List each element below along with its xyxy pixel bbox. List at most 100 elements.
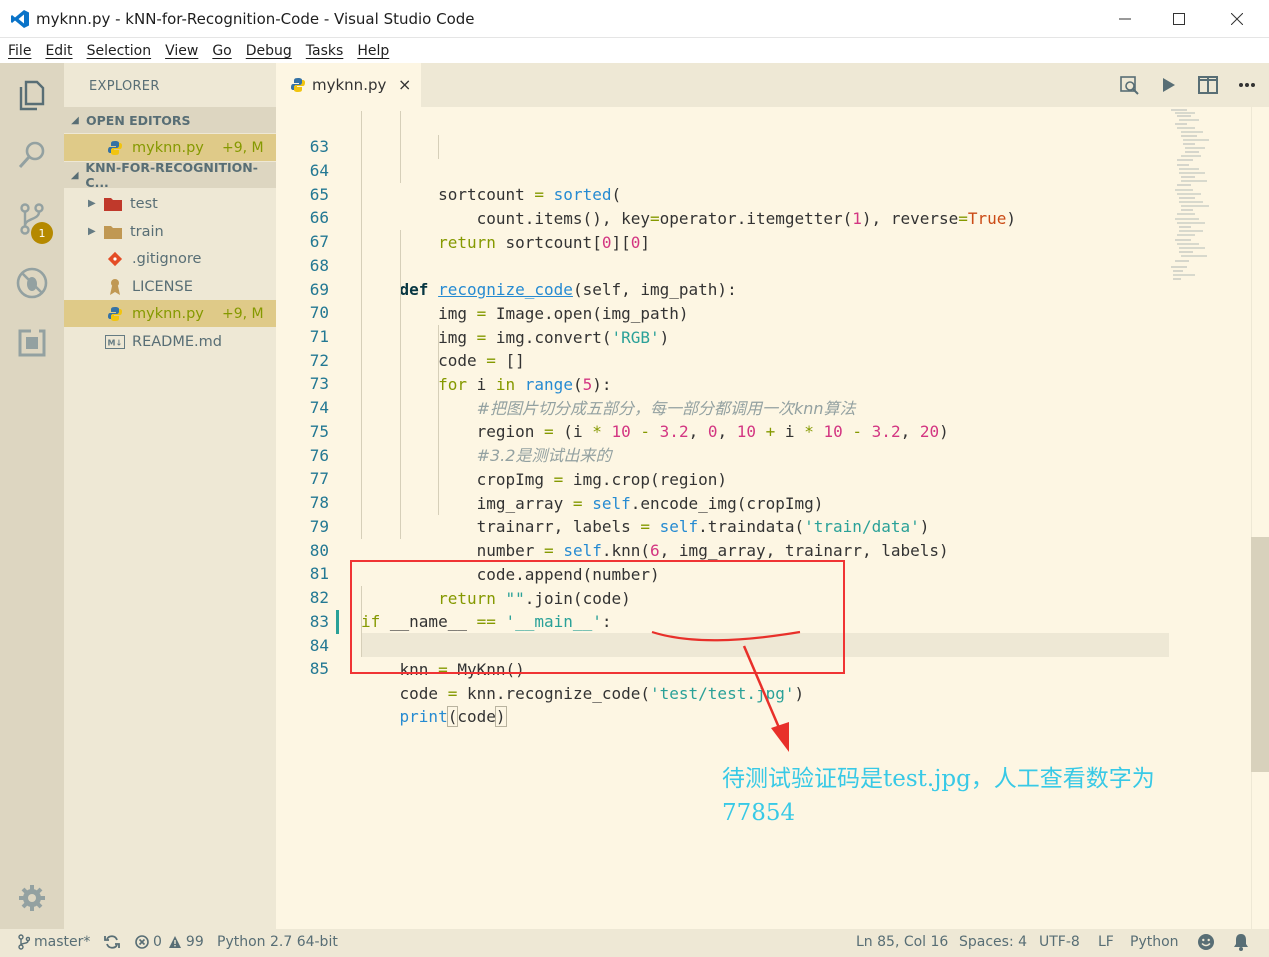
indentation-status[interactable]: Spaces: 4 xyxy=(959,934,1027,950)
ellipsis-icon xyxy=(1239,83,1255,87)
tree-item-test[interactable]: ▶ test xyxy=(64,190,276,217)
tab-myknn[interactable]: myknn.py × xyxy=(276,63,421,107)
files-icon xyxy=(19,80,45,111)
code-text: code = knn.recognize_code('test/test.jpg… xyxy=(361,684,805,703)
extensions-icon xyxy=(18,328,46,357)
annotation-note: 待测试验证码是test.jpg，人工查看数字为 77854 xyxy=(722,762,1252,830)
explorer-activity-button[interactable] xyxy=(0,67,64,123)
tree-item-myknn[interactable]: myknn.py +9, M xyxy=(64,300,276,327)
branch-name: master* xyxy=(34,934,91,950)
maximize-button[interactable] xyxy=(1156,4,1202,34)
license-file-icon xyxy=(104,278,126,296)
menu-bar: File Edit Selection View Go Debug Tasks … xyxy=(0,38,1269,63)
notifications-button[interactable] xyxy=(1233,933,1249,951)
open-editor-status: +9, M xyxy=(222,139,264,156)
cursor-position-status[interactable]: Ln 85, Col 16 xyxy=(856,934,948,950)
open-editors-header[interactable]: ◢ OPEN EDITORS xyxy=(64,107,276,133)
menu-debug[interactable]: Debug xyxy=(240,43,298,59)
python-interpreter-status[interactable]: Python 2.7 64-bit xyxy=(217,934,338,950)
open-changes-button[interactable] xyxy=(1117,73,1141,97)
code-line-81: 81 xyxy=(276,538,1251,583)
open-changes-icon xyxy=(1120,76,1139,95)
code-line-74: 74 #3.2是测试出来的 xyxy=(276,372,1251,465)
vertical-scrollbar[interactable] xyxy=(1251,107,1269,929)
gear-icon xyxy=(19,885,45,911)
highlight-box xyxy=(350,560,845,674)
tree-item-label: train xyxy=(130,223,164,240)
minimize-button[interactable] xyxy=(1102,4,1148,34)
python-file-icon xyxy=(104,305,126,323)
code-line-78: 78 number = self.knn(6, img_array, train… xyxy=(276,467,1251,560)
eol-status[interactable]: LF xyxy=(1098,934,1114,950)
code-line-80: 80 return "".join(code) xyxy=(276,515,1251,608)
sync-button[interactable] xyxy=(104,934,120,950)
tree-item-train[interactable]: ▶ train xyxy=(64,218,276,245)
search-activity-button[interactable] xyxy=(0,127,64,183)
menu-selection[interactable]: Selection xyxy=(81,43,158,59)
svg-text:M↓: M↓ xyxy=(108,338,123,347)
open-editor-name: myknn.py xyxy=(132,139,204,156)
editor-tab-bar: myknn.py × xyxy=(276,63,1269,107)
close-window-button[interactable] xyxy=(1214,4,1260,34)
markdown-file-icon: M↓ xyxy=(104,333,126,351)
debug-icon xyxy=(16,267,48,299)
git-file-icon xyxy=(104,250,126,268)
error-count: 0 xyxy=(153,934,162,950)
git-branch-status[interactable]: master* xyxy=(18,934,90,950)
folder-icon xyxy=(102,223,124,241)
debug-activity-button[interactable] xyxy=(0,255,64,311)
code-line-64: 64 count.items(), key=operator.itemgette… xyxy=(276,135,1251,228)
scrollbar-thumb[interactable] xyxy=(1251,537,1269,772)
tree-item-label: README.md xyxy=(132,333,222,350)
language-mode-status[interactable]: Python xyxy=(1130,934,1179,950)
code-line-76: 76 img_array = self.encode_img(cropImg) xyxy=(276,420,1251,513)
code-line-72: 72 #把图片切分成五部分，每一部分都调用一次knn算法 xyxy=(276,325,1251,418)
collapsed-caret-icon: ▶ xyxy=(88,198,96,209)
settings-button[interactable] xyxy=(0,870,64,926)
activity-bar: 1 xyxy=(0,63,64,929)
tree-item-gitignore[interactable]: .gitignore xyxy=(64,245,276,272)
tree-item-label: .gitignore xyxy=(132,250,202,267)
encoding-status[interactable]: UTF-8 xyxy=(1039,934,1080,950)
minimap[interactable] xyxy=(1165,107,1215,282)
project-folder-header[interactable]: ◢ KNN-FOR-RECOGNITION-C... xyxy=(64,160,276,190)
tree-item-readme[interactable]: M↓ README.md xyxy=(64,328,276,355)
menu-go[interactable]: Go xyxy=(206,43,237,59)
tree-item-label: test xyxy=(130,195,158,212)
warning-icon xyxy=(168,936,181,948)
extensions-activity-button[interactable] xyxy=(0,315,64,371)
code-line-73: 73 region = (i * 10 - 3.2, 0, 10 + i * 1… xyxy=(276,348,1251,441)
close-tab-icon[interactable]: × xyxy=(398,75,411,94)
more-actions-button[interactable] xyxy=(1235,73,1259,97)
warning-count: 99 xyxy=(185,934,204,950)
code-line-71: 71 for i in range(5): xyxy=(276,301,1251,394)
feedback-button[interactable] xyxy=(1197,933,1215,951)
menu-file[interactable]: File xyxy=(2,43,37,59)
window-title: myknn.py - kNN-for-Recognition-Code - Vi… xyxy=(36,10,475,28)
split-editor-button[interactable] xyxy=(1196,73,1220,97)
line-number: 85 xyxy=(309,659,329,678)
code-line-77: 77 trainarr, labels = self.traindata('tr… xyxy=(276,443,1251,536)
problems-status[interactable]: 0 99 xyxy=(135,934,204,950)
code-line-70: 70 code = [] xyxy=(276,277,1251,370)
tree-item-license[interactable]: LICENSE xyxy=(64,273,276,300)
menu-tasks[interactable]: Tasks xyxy=(300,43,350,59)
title-bar: myknn.py - kNN-for-Recognition-Code - Vi… xyxy=(0,0,1269,38)
menu-edit[interactable]: Edit xyxy=(39,43,78,59)
split-editor-icon xyxy=(1198,76,1218,94)
open-editor-item[interactable]: myknn.py +9, M xyxy=(64,134,276,161)
annotation-line-2: 77854 xyxy=(722,800,796,826)
run-button[interactable] xyxy=(1156,73,1180,97)
menu-help[interactable]: Help xyxy=(351,43,395,59)
code-line-67: 67 def recognize_code(self, img_path): xyxy=(276,206,1251,299)
annotation-line-1: 待测试验证码是test.jpg，人工查看数字为 xyxy=(722,766,1155,792)
code-line-66: 66 xyxy=(276,182,1251,227)
vscode-logo-icon xyxy=(11,10,29,28)
tree-item-label: LICENSE xyxy=(132,278,193,295)
search-icon xyxy=(18,141,45,169)
collapsed-caret-icon: ▶ xyxy=(88,226,96,237)
menu-view[interactable]: View xyxy=(159,43,204,59)
open-editors-label: OPEN EDITORS xyxy=(86,112,191,128)
code-line-65: 65 return sortcount[0][0] xyxy=(276,159,1251,252)
code-line-68: 68 img = Image.open(img_path) xyxy=(276,230,1251,323)
